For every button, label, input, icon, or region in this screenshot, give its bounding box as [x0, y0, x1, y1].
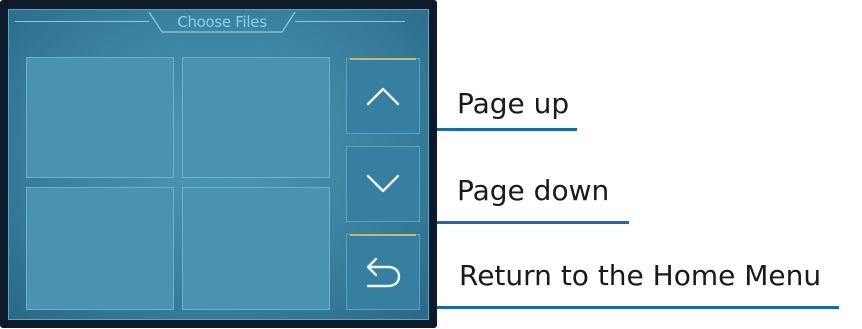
title-rule-right	[295, 21, 405, 22]
callout-page-up-underline	[437, 128, 577, 131]
chevron-up-icon	[366, 87, 400, 106]
callout-page-down-underline	[437, 221, 629, 224]
callout-page-down: Page down	[457, 174, 610, 207]
chevron-down-icon	[366, 174, 400, 193]
dialog-title: Choose Files	[177, 13, 267, 31]
callout-return-home-underline	[437, 306, 839, 309]
file-slot-2[interactable]	[182, 57, 330, 178]
page-up-button[interactable]	[346, 58, 420, 134]
page-down-button[interactable]	[346, 146, 420, 222]
file-slot-1[interactable]	[26, 57, 174, 178]
file-slot-4[interactable]	[182, 187, 330, 310]
return-arrow-icon	[366, 257, 401, 288]
callout-page-up: Page up	[457, 87, 570, 120]
return-accent	[350, 234, 416, 236]
title-rule-left	[15, 21, 149, 22]
choose-files-dialog: Choose Files	[8, 9, 429, 320]
callout-return-home: Return to the Home Menu	[459, 259, 822, 292]
file-slot-3[interactable]	[26, 187, 174, 310]
printer-screen: Choose Files	[0, 0, 437, 328]
page-up-accent	[350, 58, 416, 60]
dialog-title-bar: Choose Files	[148, 10, 296, 34]
return-home-button[interactable]	[346, 234, 420, 310]
